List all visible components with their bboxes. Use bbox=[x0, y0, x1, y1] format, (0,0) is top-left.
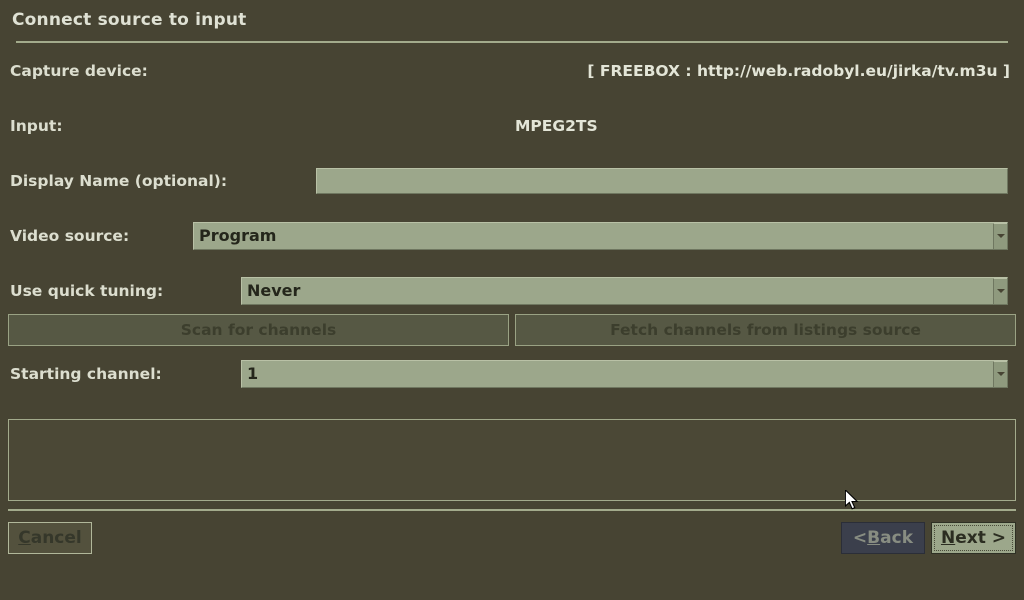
capture-device-value: [ FREEBOX : http://web.radobyl.eu/jirka/… bbox=[587, 61, 1010, 80]
form-area-lower: Starting channel: 1 bbox=[0, 346, 1024, 401]
fetch-channels-button[interactable]: Fetch channels from listings source bbox=[515, 314, 1016, 346]
back-button-mnemonic: B bbox=[867, 528, 881, 548]
display-name-label: Display Name (optional): bbox=[10, 171, 228, 190]
cancel-button[interactable]: Cancel bbox=[8, 522, 92, 554]
footer-bar: Cancel < Back Next > bbox=[0, 514, 1024, 562]
dialog-title-area: Connect source to input bbox=[0, 0, 1024, 43]
channel-list-panel[interactable] bbox=[8, 419, 1016, 501]
back-button-label: ack bbox=[880, 528, 913, 548]
chevron-down-icon[interactable] bbox=[993, 360, 1007, 387]
back-button-prefix: < bbox=[852, 528, 868, 548]
row-capture-device: Capture device: [ FREEBOX : http://web.r… bbox=[8, 43, 1016, 98]
input-value: MPEG2TS bbox=[515, 116, 598, 135]
next-button[interactable]: Next > bbox=[930, 522, 1016, 554]
chevron-down-icon[interactable] bbox=[993, 222, 1007, 249]
next-button-label: ext > bbox=[955, 528, 1006, 548]
cancel-button-mnemonic: C bbox=[18, 528, 31, 548]
scan-actions-row: Scan for channels Fetch channels from li… bbox=[0, 314, 1024, 346]
row-input: Input: MPEG2TS bbox=[8, 98, 1016, 153]
quick-tuning-label: Use quick tuning: bbox=[10, 281, 164, 300]
video-source-select[interactable]: Program bbox=[193, 221, 1008, 250]
input-label: Input: bbox=[10, 116, 63, 135]
chevron-down-icon[interactable] bbox=[993, 277, 1007, 304]
page-title: Connect source to input bbox=[12, 10, 247, 30]
display-name-input[interactable] bbox=[316, 167, 1008, 194]
video-source-label: Video source: bbox=[10, 226, 130, 245]
quick-tuning-select[interactable]: Never bbox=[241, 276, 1008, 305]
starting-channel-label: Starting channel: bbox=[10, 364, 162, 383]
scan-for-channels-button[interactable]: Scan for channels bbox=[8, 314, 509, 346]
footer-separator bbox=[8, 509, 1016, 511]
starting-channel-value: 1 bbox=[247, 364, 259, 383]
quick-tuning-value: Never bbox=[247, 281, 301, 300]
row-display-name: Display Name (optional): bbox=[8, 153, 1016, 208]
row-video-source: Video source: Program bbox=[8, 208, 1016, 263]
back-button[interactable]: < Back bbox=[840, 522, 925, 554]
form-area: Capture device: [ FREEBOX : http://web.r… bbox=[0, 43, 1024, 318]
row-quick-tuning: Use quick tuning: Never bbox=[8, 263, 1016, 318]
row-starting-channel: Starting channel: 1 bbox=[8, 346, 1016, 401]
cancel-button-label: ancel bbox=[30, 528, 82, 548]
next-button-mnemonic: N bbox=[940, 528, 956, 548]
video-source-value: Program bbox=[199, 226, 277, 245]
starting-channel-select[interactable]: 1 bbox=[241, 359, 1008, 388]
connect-source-dialog: Connect source to input Capture device: … bbox=[0, 0, 1024, 600]
capture-device-label: Capture device: bbox=[10, 61, 148, 80]
